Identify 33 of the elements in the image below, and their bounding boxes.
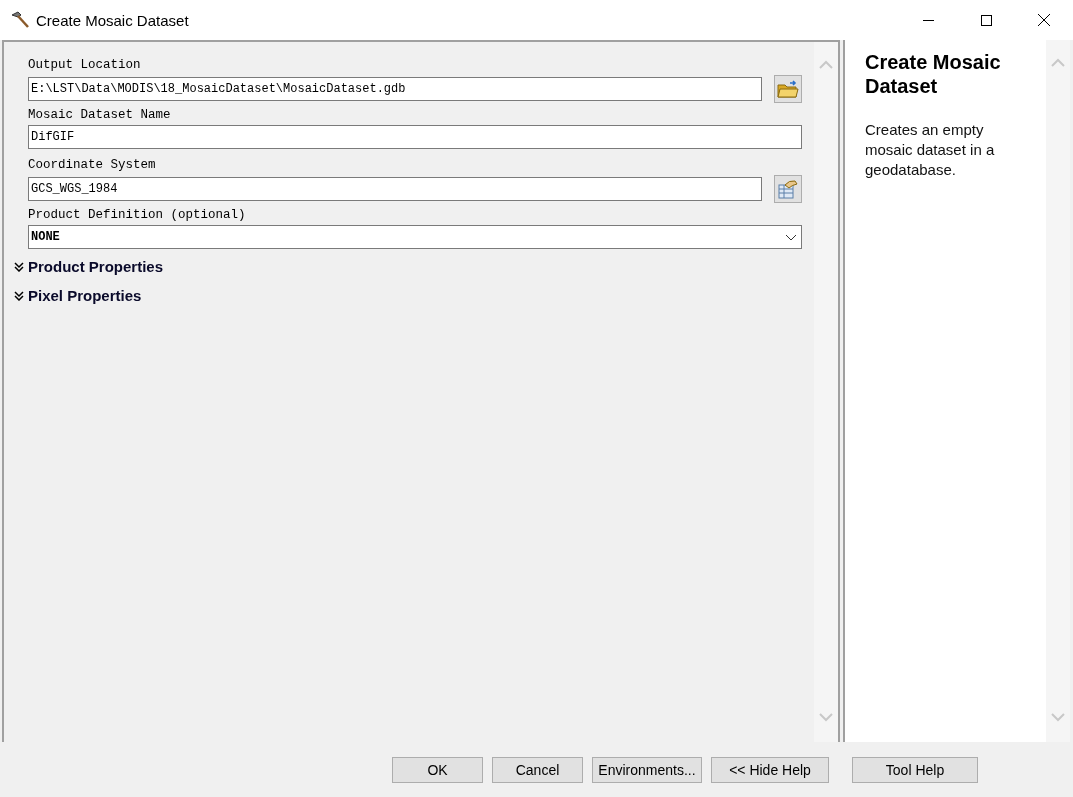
scroll-down-icon[interactable] [819, 713, 833, 722]
folder-icon [777, 79, 799, 99]
scroll-down-icon[interactable] [1051, 713, 1065, 722]
input-field[interactable]: GCS_WGS_1984 [28, 177, 762, 201]
dialog-button[interactable]: Tool Help [852, 756, 978, 783]
input-field[interactable]: DifGIF [28, 125, 802, 149]
double-chevron-down-icon [14, 261, 24, 272]
section-toggle[interactable]: Product Properties [14, 258, 802, 275]
browse-button[interactable] [774, 175, 802, 203]
hammer-icon [10, 11, 30, 29]
browse-button[interactable] [774, 75, 802, 103]
scroll-up-icon[interactable] [1051, 58, 1065, 67]
input-field[interactable]: E:\LST\Data\MODIS\18_MosaicDataset\MosaicDataset.gdb [28, 77, 762, 101]
help-title: Create Mosaic Dataset [865, 50, 1002, 98]
dialog-button[interactable]: << Hide Help [711, 756, 829, 783]
minimize-icon [922, 19, 934, 21]
dialog-button[interactable]: Cancel [492, 756, 583, 783]
dialog-button[interactable]: Environments... [592, 756, 702, 783]
parameter-label: Coordinate System [28, 158, 157, 172]
dialog-button[interactable]: OK [392, 756, 483, 783]
scroll-up-icon[interactable] [819, 60, 833, 69]
properties-icon [777, 179, 799, 199]
parameter-label: Product Definition (optional) [28, 208, 247, 222]
help-description: Creates an empty mosaic dataset in a geodatabase. [865, 120, 996, 180]
parameter-label: Mosaic Dataset Name [28, 108, 172, 122]
section-toggle[interactable]: Pixel Properties [14, 287, 802, 304]
double-chevron-down-icon [14, 290, 24, 301]
dropdown-field[interactable]: NONE [28, 225, 802, 249]
maximize-icon [980, 14, 992, 26]
close-icon [1038, 14, 1050, 26]
parameter-label: Output Location [28, 58, 142, 72]
chevron-down-icon [785, 233, 797, 241]
window-title: Create Mosaic Dataset [36, 11, 190, 29]
